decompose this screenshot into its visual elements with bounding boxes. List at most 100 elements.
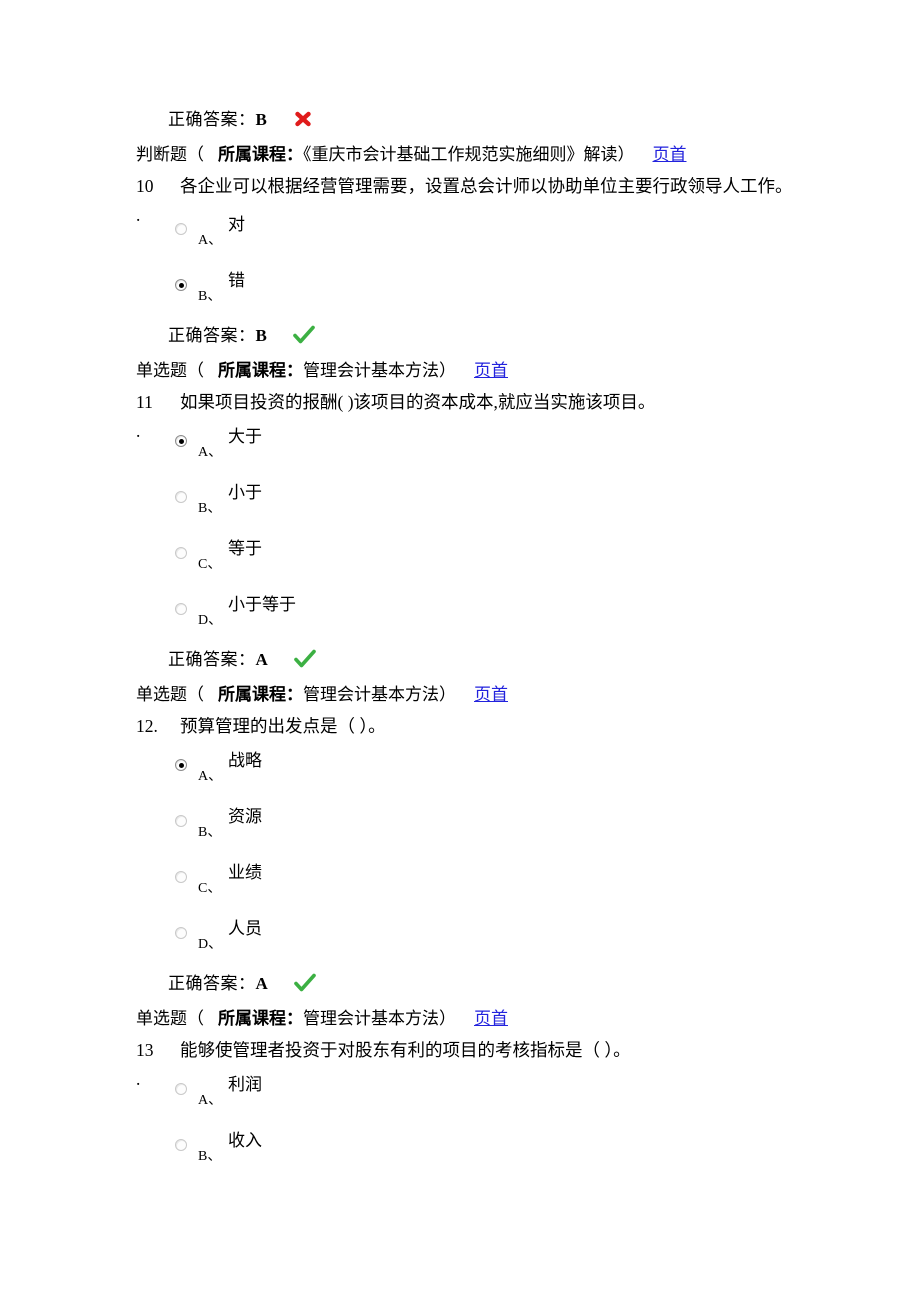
paren-close: ）: [439, 1009, 456, 1028]
answer-prefix-label: 正确答案：: [168, 326, 256, 345]
option-item[interactable]: A、 大于: [0, 419, 920, 475]
question-number-value: 13: [136, 1040, 154, 1060]
top-of-page-link[interactable]: 页首: [474, 361, 508, 380]
question-stem: 12. 预算管理的出发点是（ ）。: [136, 712, 920, 741]
option-text: 资源: [228, 807, 262, 826]
wrong-icon: [293, 109, 327, 129]
question-type-label: 单选题: [136, 361, 187, 380]
course-name: 管理会计基本方法: [303, 1009, 439, 1028]
option-item[interactable]: D、 小于等于: [0, 587, 920, 643]
option-letter: B、: [198, 501, 222, 516]
radio-button-unselected[interactable]: [175, 491, 187, 503]
option-text: 小于等于: [228, 595, 296, 614]
question-stem: 11 . 如果项目投资的报酬( )该项目的资本成本,就应当实施该项目。: [136, 388, 920, 441]
option-letter: A、: [198, 1093, 223, 1108]
course-label: 所属课程：: [218, 145, 303, 164]
course-label: 所属课程：: [218, 361, 303, 380]
correct-icon: [293, 325, 327, 345]
radio-button-unselected[interactable]: [175, 1083, 187, 1095]
radio-button-unselected[interactable]: [175, 603, 187, 615]
option-text: 对: [228, 215, 245, 234]
question-stem: 13 . 能够使管理者投资于对股东有利的项目的考核指标是（ ）。: [136, 1036, 920, 1089]
question-meta: 单选题（ 所属课程：管理会计基本方法） 页首: [136, 680, 920, 712]
answer-row: 正确答案：B: [168, 319, 920, 356]
option-letter: C、: [198, 881, 222, 896]
option-letter: C、: [198, 557, 222, 572]
radio-button-unselected[interactable]: [175, 223, 187, 235]
option-list: A、 大于 B、 小于 C、 等于 D、 小于等于: [0, 419, 920, 643]
top-of-page-link[interactable]: 页首: [474, 685, 508, 704]
paren-close: ）: [439, 361, 456, 380]
option-letter: A、: [198, 233, 223, 248]
question-number-value: 10: [136, 176, 154, 196]
option-list: A、 战略 B、 资源 C、 业绩 D、 人员: [0, 743, 920, 967]
radio-button-selected[interactable]: [175, 759, 187, 771]
question-text: 预算管理的出发点是（ ）。: [180, 716, 386, 736]
answer-prefix-label: 正确答案：: [168, 974, 256, 993]
question-text: 各企业可以根据经营管理需要，设置总会计师以协助单位主要行政领导人工作。: [180, 176, 793, 196]
answer-letter: A: [255, 974, 268, 993]
option-item[interactable]: B、 错: [0, 263, 920, 319]
radio-button-selected[interactable]: [175, 435, 187, 447]
course-label: 所属课程：: [218, 685, 303, 704]
option-letter: A、: [198, 769, 223, 784]
option-text: 利润: [228, 1075, 262, 1094]
option-list: A、 对 B、 错: [0, 207, 920, 319]
paren-close: ）: [439, 685, 456, 704]
paren-open: （: [187, 145, 204, 164]
option-text: 等于: [228, 539, 262, 558]
correct-icon: [294, 973, 328, 993]
question-stem: 10 . 各企业可以根据经营管理需要，设置总会计师以协助单位主要行政领导人工作。: [136, 172, 920, 225]
option-list: A、 利润 B、 收入: [0, 1067, 920, 1179]
option-item[interactable]: A、 对: [0, 207, 920, 263]
paren-open: （: [187, 1009, 204, 1028]
paren-open: （: [187, 685, 204, 704]
question-number: 12.: [136, 712, 176, 741]
answer-row: 正确答案：B: [168, 103, 920, 140]
option-text: 错: [228, 271, 245, 290]
option-text: 业绩: [228, 863, 262, 882]
answer-letter: A: [255, 650, 268, 669]
option-item[interactable]: C、 业绩: [0, 855, 920, 911]
answer-letter: B: [255, 110, 267, 129]
radio-button-unselected[interactable]: [175, 1139, 187, 1151]
option-letter: D、: [198, 937, 223, 952]
question-number-value: 11: [136, 392, 153, 412]
paren-open: （: [187, 361, 204, 380]
top-of-page-link[interactable]: 页首: [474, 1009, 508, 1028]
option-text: 人员: [228, 919, 262, 938]
option-letter: A、: [198, 445, 223, 460]
question-meta: 单选题（ 所属课程：管理会计基本方法） 页首: [136, 356, 920, 388]
top-of-page-link[interactable]: 页首: [653, 145, 687, 164]
course-label: 所属课程：: [218, 1009, 303, 1028]
option-item[interactable]: B、 小于: [0, 475, 920, 531]
course-name: 管理会计基本方法: [303, 685, 439, 704]
option-item[interactable]: A、 战略: [0, 743, 920, 799]
radio-button-selected[interactable]: [175, 279, 187, 291]
answer-row: 正确答案：A: [168, 643, 920, 680]
question-text: 如果项目投资的报酬( )该项目的资本成本,就应当实施该项目。: [180, 392, 656, 412]
course-name: 管理会计基本方法: [303, 361, 439, 380]
option-item[interactable]: B、 资源: [0, 799, 920, 855]
option-text: 小于: [228, 483, 262, 502]
correct-icon: [294, 649, 328, 669]
option-text: 大于: [228, 427, 262, 446]
answer-prefix-label: 正确答案：: [168, 650, 256, 669]
radio-button-unselected[interactable]: [175, 871, 187, 883]
question-type-label: 判断题: [136, 145, 187, 164]
option-item[interactable]: A、 利润: [0, 1067, 920, 1123]
question-meta: 判断题（ 所属课程：《重庆市会计基础工作规范实施细则》解读） 页首: [136, 140, 920, 172]
option-text: 战略: [228, 751, 262, 770]
option-letter: D、: [198, 613, 223, 628]
radio-button-unselected[interactable]: [175, 927, 187, 939]
option-letter: B、: [198, 825, 222, 840]
question-meta: 单选题（ 所属课程：管理会计基本方法） 页首: [136, 1004, 920, 1036]
option-item[interactable]: C、 等于: [0, 531, 920, 587]
radio-button-unselected[interactable]: [175, 815, 187, 827]
radio-button-unselected[interactable]: [175, 547, 187, 559]
answer-row: 正确答案：A: [168, 967, 920, 1004]
option-item[interactable]: D、 人员: [0, 911, 920, 967]
option-item[interactable]: B、 收入: [0, 1123, 920, 1179]
question-type-label: 单选题: [136, 1009, 187, 1028]
question-number-value: 12.: [136, 716, 158, 736]
